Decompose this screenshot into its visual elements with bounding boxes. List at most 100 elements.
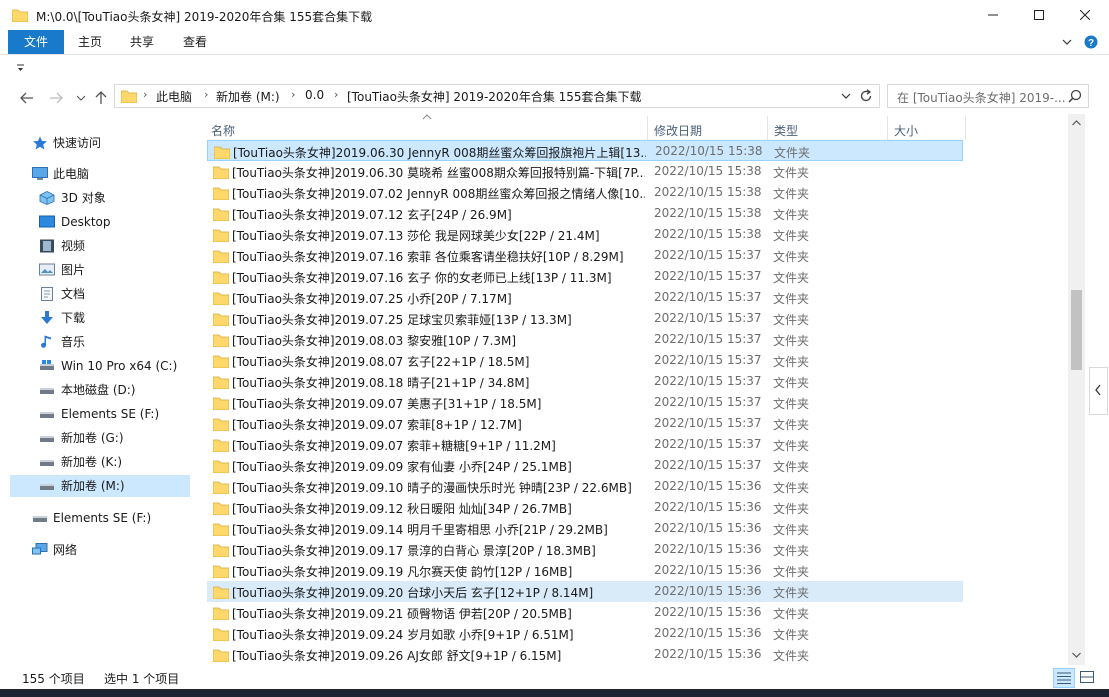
sidebar-item-quick-access[interactable]: 快速访问: [10, 132, 190, 154]
file-row[interactable]: [TouTiao头条女神]2019.09.10 晴子的漫画快乐时光 钟晴[23P…: [207, 476, 963, 497]
file-row[interactable]: [TouTiao头条女神]2019.09.09 家有仙妻 小乔[24P / 25…: [207, 455, 963, 476]
file-row[interactable]: [TouTiao头条女神]2019.07.25 小乔[20P / 7.17M] 2…: [207, 287, 963, 308]
chevron-right-icon: ›: [204, 88, 209, 101]
maximize-button[interactable]: [1016, 0, 1062, 30]
chevron-left-icon: [1095, 384, 1101, 396]
search-input[interactable]: 在 [TouTiao头条女神] 2019-...: [887, 84, 1089, 108]
sidebar-item-this-pc[interactable]: 此电脑: [10, 163, 190, 185]
help-icon[interactable]: ?: [1084, 35, 1098, 49]
close-button[interactable]: [1062, 0, 1108, 30]
file-row[interactable]: [TouTiao头条女神]2019.07.16 索菲 各位乘客请坐稳扶好[10P…: [207, 245, 963, 266]
vertical-scrollbar[interactable]: [1068, 114, 1085, 665]
breadcrumb-folder-00[interactable]: 0.0: [305, 88, 324, 102]
file-row[interactable]: [TouTiao头条女神]2019.09.24 岁月如歌 小乔[9+1P / 6…: [207, 623, 963, 644]
file-row[interactable]: [TouTiao头条女神]2019.09.21 硕臀物语 伊若[20P / 20…: [207, 602, 963, 623]
file-type: 文件夹: [773, 313, 810, 327]
sidebar-item-drive-k[interactable]: 新加卷 (K:): [10, 451, 190, 473]
file-row[interactable]: [TouTiao头条女神]2019.07.12 玄子[24P / 26.9M] 2…: [207, 203, 963, 224]
file-type: 文件夹: [773, 544, 810, 558]
file-row[interactable]: [TouTiao头条女神]2019.09.07 美惠子[31+1P / 18.5…: [207, 392, 963, 413]
tab-view[interactable]: 查看: [173, 30, 217, 54]
file-type: 文件夹: [773, 481, 810, 495]
large-icons-view-button[interactable]: [1077, 668, 1097, 686]
tab-home[interactable]: 主页: [68, 30, 112, 54]
file-date: 2022/10/15 15:38: [655, 144, 763, 158]
sidebar-item-downloads[interactable]: 下载: [10, 307, 190, 329]
file-row[interactable]: [TouTiao头条女神]2019.07.25 足球宝贝索菲娅[13P / 13…: [207, 308, 963, 329]
sidebar-item-label: 快速访问: [53, 136, 102, 150]
file-type: 文件夹: [773, 649, 810, 663]
column-name[interactable]: 名称: [211, 122, 235, 139]
breadcrumb-current-folder[interactable]: [TouTiao头条女神] 2019-2020年合集 155套合集下载: [347, 88, 642, 105]
file-row[interactable]: [TouTiao头条女神]2019.09.07 索菲[8+1P / 12.7M]…: [207, 413, 963, 434]
file-row[interactable]: [TouTiao头条女神]2019.09.20 台球小天后 玄子[12+1P /…: [207, 581, 963, 602]
search-icon[interactable]: [1068, 89, 1082, 103]
file-row[interactable]: [TouTiao头条女神]2019.08.18 晴子[21+1P / 34.8M…: [207, 371, 963, 392]
file-row[interactable]: [TouTiao头条女神]2019.09.26 AJ女郎 舒文[9+1P / 6…: [207, 644, 963, 665]
up-button[interactable]: [92, 89, 110, 107]
sidebar-item-drive-g[interactable]: 新加卷 (G:): [10, 427, 190, 449]
column-divider[interactable]: [887, 116, 888, 140]
minimize-button[interactable]: [970, 0, 1016, 30]
sidebar-item-drive-d[interactable]: 本地磁盘 (D:): [10, 379, 190, 401]
file-row[interactable]: [TouTiao头条女神]2019.09.14 明月千里寄相思 小乔[21P /…: [207, 518, 963, 539]
column-size[interactable]: 大小: [894, 122, 918, 139]
column-divider[interactable]: [965, 116, 966, 140]
refresh-icon[interactable]: [859, 89, 873, 103]
sidebar-item-label: 新加卷 (M:): [61, 479, 125, 493]
column-divider[interactable]: [767, 116, 768, 140]
forward-button[interactable]: [47, 89, 65, 107]
file-row[interactable]: [TouTiao头条女神]2019.06.30 莫晓希 丝蜜008期众筹回报特别…: [207, 161, 963, 182]
file-date: 2022/10/15 15:38: [654, 185, 762, 199]
back-button[interactable]: [18, 89, 36, 107]
sidebar-item-desktop[interactable]: Desktop: [10, 211, 190, 233]
details-view-button[interactable]: [1053, 668, 1075, 688]
sidebar-item-videos[interactable]: 视频: [10, 235, 190, 257]
file-row[interactable]: [TouTiao头条女神]2019.07.02 JennyR 008期丝蜜众筹回…: [207, 182, 963, 203]
file-name: [TouTiao头条女神]2019.07.02 JennyR 008期丝蜜众筹回…: [232, 187, 645, 201]
sidebar-item-pictures[interactable]: 图片: [10, 259, 190, 281]
sidebar-item-drive-f[interactable]: Elements SE (F:): [10, 403, 190, 425]
file-name: [TouTiao头条女神]2019.09.07 索菲+糖糖[9+1P / 11.…: [232, 439, 556, 453]
sidebar-item-documents[interactable]: 文档: [10, 283, 190, 305]
chevron-right-icon: ›: [143, 88, 148, 101]
column-date[interactable]: 修改日期: [654, 122, 702, 139]
file-row[interactable]: [TouTiao头条女神]2019.08.07 玄子[22+1P / 18.5M…: [207, 350, 963, 371]
file-row[interactable]: [TouTiao头条女神]2019.09.19 凡尔赛天使 韵竹[12P / 1…: [207, 560, 963, 581]
scroll-down-icon[interactable]: [1072, 652, 1081, 658]
file-row[interactable]: [TouTiao头条女神]2019.09.07 索菲+糖糖[9+1P / 11.…: [207, 434, 963, 455]
file-row[interactable]: [TouTiao头条女神]2019.07.13 莎伦 我是网球美少女[22P /…: [207, 224, 963, 245]
customize-toolbar-icon[interactable]: [17, 64, 25, 72]
sidebar-item-drive-c[interactable]: Win 10 Pro x64 (C:): [10, 355, 190, 377]
expand-pane-button[interactable]: [1089, 367, 1108, 415]
chevron-down-icon[interactable]: [1062, 38, 1072, 46]
details-view-icon: [1057, 672, 1071, 684]
address-bar[interactable]: › 此电脑 › 新加卷 (M:) › 0.0 › [TouTiao头条女神] 2…: [114, 84, 880, 108]
folder-icon: [213, 502, 229, 515]
sidebar-item-elements-se[interactable]: Elements SE (F:): [10, 507, 190, 529]
sidebar-item-network[interactable]: 网络: [10, 539, 190, 561]
chevron-down-icon[interactable]: [841, 93, 851, 100]
file-row[interactable]: [TouTiao头条女神]2019.09.12 秋日暖阳 灿灿[34P / 26…: [207, 497, 963, 518]
sidebar-item-label: 新加卷 (K:): [61, 455, 123, 469]
column-divider[interactable]: [647, 116, 648, 140]
file-row[interactable]: [TouTiao头条女神]2019.06.30 JennyR 008期丝蜜众筹回…: [207, 140, 963, 161]
file-type: 文件夹: [773, 418, 810, 432]
file-row[interactable]: [TouTiao头条女神]2019.09.17 景淳的白背心 景淳[20P / …: [207, 539, 963, 560]
file-row[interactable]: [TouTiao头条女神]2019.07.16 玄子 你的女老师已上线[13P …: [207, 266, 963, 287]
breadcrumb-this-pc[interactable]: 此电脑: [156, 88, 192, 105]
column-type[interactable]: 类型: [774, 122, 798, 139]
scrollbar-thumb[interactable]: [1071, 290, 1082, 370]
tab-share[interactable]: 共享: [120, 30, 164, 54]
sidebar-item-music[interactable]: 音乐: [10, 331, 190, 353]
scroll-up-icon[interactable]: [1072, 120, 1081, 126]
file-name: [TouTiao头条女神]2019.09.24 岁月如歌 小乔[9+1P / 6…: [232, 628, 574, 642]
download-icon: [41, 311, 53, 324]
file-row[interactable]: [TouTiao头条女神]2019.08.03 黎安雅[10P / 7.3M] 2…: [207, 329, 963, 350]
recent-locations-button[interactable]: [72, 89, 90, 107]
breadcrumb-drive-m[interactable]: 新加卷 (M:): [216, 88, 280, 105]
file-date: 2022/10/15 15:37: [654, 311, 762, 325]
tab-file[interactable]: 文件: [8, 30, 64, 54]
sidebar-item-drive-m[interactable]: 新加卷 (M:): [10, 475, 190, 497]
sidebar-item-3d-objects[interactable]: 3D 对象: [10, 187, 190, 209]
